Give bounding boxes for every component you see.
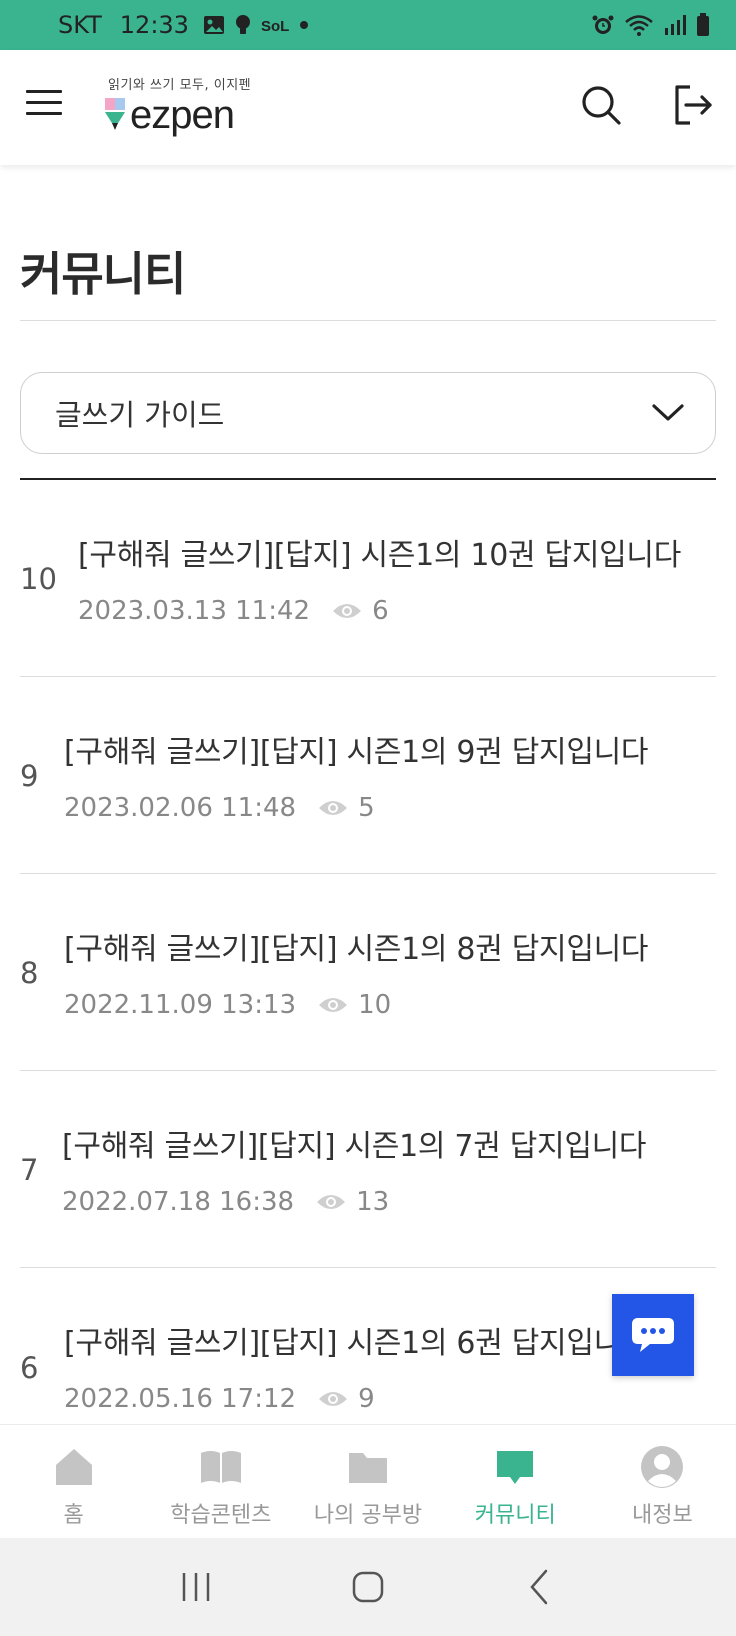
eye-icon <box>333 604 362 618</box>
page-title: 커뮤니티 <box>20 247 186 301</box>
post-date: 2022.11.09 13:13 <box>64 990 297 1020</box>
more-notifications-dot-icon <box>299 21 308 29</box>
post-date: 2023.03.13 11:42 <box>78 596 311 626</box>
system-navigation-bar <box>0 1538 736 1636</box>
chat-button[interactable] <box>612 1294 694 1376</box>
logo-tagline: 읽기와 쓰기 모두, 이지펜 <box>108 78 252 93</box>
post-number: 7 <box>20 1153 39 1187</box>
wifi-icon <box>625 15 653 36</box>
battery-icon <box>697 13 709 36</box>
alarm-icon <box>592 15 614 34</box>
post-views: 5 <box>358 793 375 823</box>
folder-icon <box>349 1453 387 1483</box>
eye-icon <box>317 1195 346 1209</box>
logo-wordmark: ezpen <box>130 93 235 137</box>
clock-time: 12:33 <box>119 11 189 39</box>
status-bar: SKT 12:33 SoL <box>0 0 736 50</box>
carrier-label: SKT <box>58 11 102 39</box>
logout-icon[interactable] <box>672 84 714 126</box>
post-views: 10 <box>358 990 392 1020</box>
post-number: 10 <box>20 562 57 596</box>
post-views: 13 <box>356 1187 390 1217</box>
nav-label: 커뮤니티 <box>474 1503 556 1528</box>
book-icon <box>200 1451 241 1483</box>
title-divider <box>20 320 716 321</box>
bottom-navigation: 홈 학습콘텐츠 나의 공부방 커뮤니티 내정보 <box>0 1424 736 1538</box>
nav-label: 내정보 <box>632 1503 693 1528</box>
recent-apps-icon[interactable] <box>174 1565 218 1609</box>
chat-bubble-icon <box>632 1318 674 1352</box>
post-row[interactable]: 7 [구해줘 글쓰기][답지] 시즌1의 7권 답지입니다 2022.07.18… <box>20 1071 716 1268</box>
post-views: 9 <box>358 1384 375 1414</box>
category-select[interactable]: 글쓰기 가이드 <box>20 372 716 454</box>
nav-home[interactable]: 홈 <box>0 1425 147 1538</box>
post-views: 6 <box>372 596 389 626</box>
post-title[interactable]: [구해줘 글쓰기][답지] 시즌1의 8권 답지입니다 <box>64 924 649 968</box>
eye-icon <box>319 998 348 1012</box>
post-date: 2022.07.18 16:38 <box>62 1187 295 1217</box>
back-icon[interactable] <box>518 1565 562 1609</box>
system-status-icons <box>592 13 710 37</box>
nav-learning-content[interactable]: 학습콘텐츠 <box>147 1425 294 1538</box>
post-date: 2022.05.16 17:12 <box>64 1384 297 1414</box>
user-icon <box>641 1446 684 1488</box>
category-selected-value: 글쓰기 가이드 <box>55 398 225 432</box>
post-title[interactable]: [구해줘 글쓰기][답지] 시즌1의 6권 답지입니 <box>64 1318 621 1362</box>
home-icon <box>55 1449 92 1485</box>
hamburger-menu-icon[interactable] <box>26 90 62 120</box>
nav-community[interactable]: 커뮤니티 <box>442 1425 589 1538</box>
post-number: 9 <box>20 759 39 793</box>
post-number: 8 <box>20 956 39 990</box>
sol-app-icon: SoL <box>261 18 289 35</box>
eye-icon <box>319 1392 348 1406</box>
ezpen-logo[interactable]: 읽기와 쓰기 모두, 이지펜 ezpen <box>104 74 251 135</box>
post-title[interactable]: [구해줘 글쓰기][답지] 시즌1의 7권 답지입니다 <box>62 1121 647 1165</box>
eye-icon <box>319 801 348 815</box>
search-icon[interactable] <box>580 84 622 126</box>
signal-icon <box>665 15 686 35</box>
post-date: 2023.02.06 11:48 <box>64 793 297 823</box>
svg-text:SoL: SoL <box>261 18 289 35</box>
app-header: 읽기와 쓰기 모두, 이지펜 ezpen <box>0 50 736 165</box>
post-row[interactable]: 9 [구해줘 글쓰기][답지] 시즌1의 9권 답지입니다 2023.02.06… <box>20 677 716 874</box>
nav-label: 학습콘텐츠 <box>170 1503 272 1528</box>
lightbulb-icon <box>235 15 250 34</box>
nav-my-study-room[interactable]: 나의 공부방 <box>294 1425 441 1538</box>
chevron-down-icon <box>652 404 684 421</box>
post-title[interactable]: [구해줘 글쓰기][답지] 시즌1의 10권 답지입니다 <box>78 530 681 574</box>
chat-bubble-icon <box>497 1451 534 1484</box>
notification-icons: SoL <box>203 14 309 36</box>
post-row[interactable]: 10 [구해줘 글쓰기][답지] 시즌1의 10권 답지입니다 2023.03.… <box>20 480 716 677</box>
nav-label: 나의 공부방 <box>313 1503 423 1528</box>
post-row[interactable]: 8 [구해줘 글쓰기][답지] 시즌1의 8권 답지입니다 2022.11.09… <box>20 874 716 1071</box>
nav-label: 홈 <box>63 1503 84 1528</box>
gallery-icon <box>203 16 224 34</box>
pencil-logo-icon <box>105 98 125 130</box>
nav-my-info[interactable]: 내정보 <box>589 1425 736 1538</box>
home-button-icon[interactable] <box>346 1565 390 1609</box>
post-title[interactable]: [구해줘 글쓰기][답지] 시즌1의 9권 답지입니다 <box>64 727 649 771</box>
